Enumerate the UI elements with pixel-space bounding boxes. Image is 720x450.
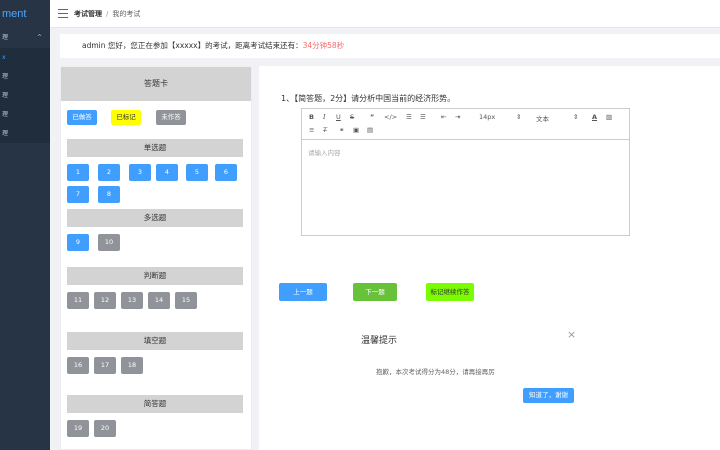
- legend-answered: 已做答: [67, 110, 97, 125]
- answer-card-title: 答题卡: [61, 67, 251, 101]
- question-button[interactable]: 11: [67, 292, 89, 309]
- question-button[interactable]: 8: [98, 186, 120, 203]
- question-button[interactable]: 4: [156, 164, 178, 181]
- question-button[interactable]: 5: [186, 164, 208, 181]
- breadcrumb-item-exam-management[interactable]: 考试管理: [74, 10, 102, 18]
- sidebar-item-4[interactable]: 理: [0, 105, 50, 124]
- sidebar-menu-exam[interactable]: 理 ^: [0, 28, 50, 48]
- video-icon[interactable]: ▤: [367, 126, 373, 134]
- section-true-false: 判断题: [67, 267, 243, 285]
- chevron-up-icon: ^: [36, 34, 42, 41]
- breadcrumb-separator: /: [106, 10, 109, 18]
- section-short-answer: 简答题: [67, 395, 243, 413]
- link-icon[interactable]: ⚭: [339, 126, 344, 134]
- exam-notice: admin 您好，您正在参加【xxxxx】的考试，距离考试结束还有：34分钟58…: [60, 34, 720, 58]
- chevron-updown-icon: ⇕: [516, 113, 522, 121]
- question-button[interactable]: 12: [94, 292, 116, 309]
- hamburger-icon[interactable]: [58, 9, 68, 18]
- topbar: 考试管理 / 我的考试: [50, 0, 720, 28]
- dialog-message: 抱歉，本次考试得分为48分，请再接再厉: [376, 368, 495, 376]
- clear-format-icon[interactable]: T̶: [323, 126, 327, 134]
- question-button[interactable]: 3: [129, 164, 151, 181]
- mark-continue-button[interactable]: 标记继续作答: [426, 283, 474, 301]
- question-button[interactable]: 9: [67, 234, 89, 251]
- notice-text: admin 您好，您正在参加【xxxxx】的考试，距离考试结束还有：: [82, 41, 303, 50]
- underline-icon[interactable]: U: [336, 113, 341, 121]
- bullet-list-icon[interactable]: ☰: [420, 113, 426, 121]
- question-button[interactable]: 10: [98, 234, 120, 251]
- italic-icon[interactable]: I: [323, 113, 326, 121]
- question-button[interactable]: 14: [148, 292, 170, 309]
- background-color-icon[interactable]: ▨: [606, 113, 612, 121]
- question-button[interactable]: 13: [121, 292, 143, 309]
- sidebar-item-5[interactable]: 理: [0, 124, 50, 143]
- app-logo: ment: [2, 8, 27, 20]
- sidebar: ment 理 ^ x 理 理 理 理: [0, 0, 50, 450]
- countdown-timer: 34分钟58秒: [302, 41, 345, 50]
- font-size-select[interactable]: 14px: [479, 113, 495, 121]
- sidebar-item-1[interactable]: x: [0, 48, 50, 67]
- code-icon[interactable]: </>: [384, 113, 397, 121]
- strikethrough-icon[interactable]: S: [350, 113, 354, 121]
- question-button[interactable]: 15: [175, 292, 197, 309]
- question-button[interactable]: 16: [67, 357, 89, 374]
- breadcrumb: 考试管理 / 我的考试: [74, 9, 140, 19]
- question-button[interactable]: 18: [121, 357, 143, 374]
- sidebar-item-2[interactable]: 理: [0, 67, 50, 86]
- previous-question-button[interactable]: 上一题: [279, 283, 327, 301]
- question-button[interactable]: 19: [67, 420, 89, 437]
- ordered-list-icon[interactable]: ☰: [406, 113, 412, 121]
- font-color-icon[interactable]: A: [592, 113, 597, 121]
- dialog-ok-button[interactable]: 知道了，谢谢: [523, 388, 574, 403]
- editor-toolbar: B I U S ” </> ☰ ☰ ⇤ ⇥ 14px ⇕ 文本 ⇕ A ▨ ≡ …: [302, 109, 629, 140]
- question-button[interactable]: 20: [94, 420, 116, 437]
- blockquote-icon[interactable]: ”: [370, 113, 374, 121]
- breadcrumb-item-my-exam: 我的考试: [112, 10, 141, 18]
- rich-text-editor[interactable]: B I U S ” </> ☰ ☰ ⇤ ⇥ 14px ⇕ 文本 ⇕ A ▨ ≡ …: [301, 108, 630, 236]
- editor-placeholder: 请输入内容: [308, 149, 341, 157]
- section-multiple-choice: 多选题: [67, 209, 243, 227]
- image-icon[interactable]: ▣: [353, 126, 359, 134]
- outdent-icon[interactable]: ⇤: [441, 113, 446, 121]
- question-button[interactable]: 17: [94, 357, 116, 374]
- indent-icon[interactable]: ⇥: [455, 113, 460, 121]
- question-button[interactable]: 7: [67, 186, 89, 203]
- section-fill-blank: 填空题: [67, 332, 243, 350]
- close-icon[interactable]: ×: [567, 328, 576, 341]
- next-question-button[interactable]: 下一题: [353, 283, 397, 301]
- bold-icon[interactable]: B: [309, 113, 314, 121]
- legend-marked: 已标记: [111, 110, 141, 125]
- question-button[interactable]: 1: [67, 164, 89, 181]
- section-single-choice: 单选题: [67, 139, 243, 157]
- sidebar-menu-label: 理: [2, 34, 9, 41]
- question-title: 1、【简答题，2分】请分析中国当前的经济形势。: [281, 94, 456, 103]
- sidebar-item-3[interactable]: 理: [0, 86, 50, 105]
- dialog-title: 温馨提示: [361, 336, 398, 346]
- question-panel: 1、【简答题，2分】请分析中国当前的经济形势。 B I U S ” </> ☰ …: [259, 66, 720, 450]
- chevron-updown-icon: ⇕: [573, 113, 579, 121]
- align-icon[interactable]: ≡: [309, 126, 314, 134]
- question-button[interactable]: 2: [98, 164, 120, 181]
- block-type-select[interactable]: 文本: [536, 113, 549, 123]
- answer-card-panel: 答题卡 已做答 已标记 未作答 单选题 1 2 3 4 5 6 7 8 多选题 …: [60, 66, 252, 450]
- question-button[interactable]: 6: [215, 164, 237, 181]
- legend-unanswered: 未作答: [156, 110, 186, 125]
